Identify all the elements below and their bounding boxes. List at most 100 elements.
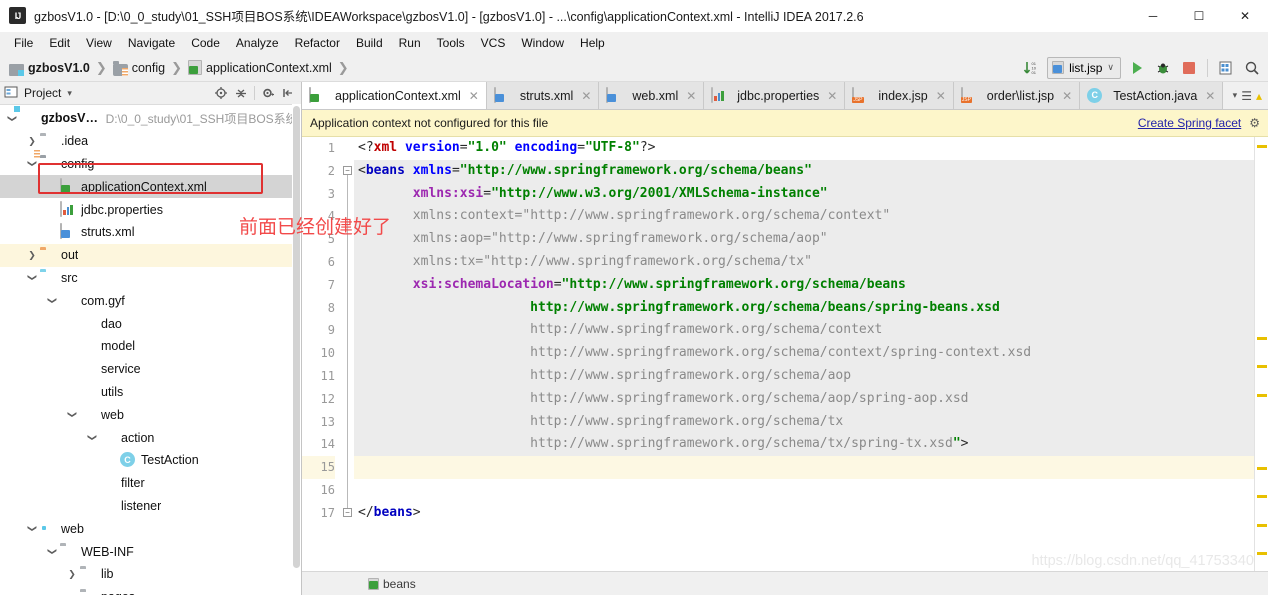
tree-item-pages[interactable]: ❯pages <box>0 586 301 595</box>
fold-gutter[interactable]: − − <box>342 137 354 571</box>
code-line[interactable]: http://www.springframework.org/schema/co… <box>354 319 1254 343</box>
editor-tab-applicationcontext-xml[interactable]: applicationContext.xml ✕ <box>302 82 487 109</box>
code-line[interactable]: xsi:schemaLocation="http://www.springfra… <box>354 273 1254 297</box>
menu-view[interactable]: View <box>78 34 120 52</box>
tree-item-utils[interactable]: utils <box>0 381 301 404</box>
tree-item-applicationcontext-xml[interactable]: applicationContext.xml <box>0 175 301 199</box>
tree-item-out[interactable]: ❯ out <box>0 243 301 267</box>
close-icon[interactable]: ✕ <box>1205 89 1215 103</box>
close-icon[interactable]: ✕ <box>581 89 591 103</box>
search-icon[interactable] <box>1242 58 1262 78</box>
tree-item-service[interactable]: service <box>0 358 301 381</box>
gear-icon[interactable]: ⚙ <box>1249 116 1260 130</box>
tree-item-listener[interactable]: listener <box>0 495 301 518</box>
chevron-right-icon[interactable]: ❯ <box>64 569 80 580</box>
maximize-icon[interactable]: ☐ <box>1176 0 1222 31</box>
tree-item-idea[interactable]: ❯ .idea <box>0 130 301 153</box>
tree-item-src[interactable]: ❯ src <box>0 267 301 290</box>
warning-marker[interactable] <box>1257 552 1267 555</box>
tree-item-filter[interactable]: filter <box>0 472 301 495</box>
run-configuration-selector[interactable]: list.jsp ∨ <box>1047 56 1121 79</box>
menu-file[interactable]: File <box>6 34 41 52</box>
chevron-down-icon[interactable]: ❯ <box>67 407 78 423</box>
code-line[interactable]: xmlns:xsi="http://www.w3.org/2001/XMLSch… <box>354 182 1254 206</box>
code-line[interactable]: http://www.springframework.org/schema/co… <box>354 342 1254 365</box>
sidebar-scrollbar[interactable] <box>292 104 301 595</box>
tree-item-gzbosv1-0[interactable]: ❯ gzbosV1.0 D:\0_0_study\01_SSH项目BOS系统\ <box>0 107 302 130</box>
sidebar-scroll-thumb[interactable] <box>293 106 300 568</box>
chevron-right-icon[interactable]: ❯ <box>24 136 40 147</box>
code-content[interactable]: <?xml version="1.0" encoding="UTF-8"?> <b… <box>354 137 1254 571</box>
run-button[interactable] <box>1127 58 1147 78</box>
menu-code[interactable]: Code <box>183 34 228 52</box>
warning-marker[interactable] <box>1257 337 1267 340</box>
editor-tab-order-list-jsp[interactable]: order\list.jsp ✕ <box>953 82 1081 109</box>
code-line[interactable]: http://www.springframework.org/schema/be… <box>354 296 1254 320</box>
chevron-down-icon[interactable]: ▾ <box>1233 90 1238 101</box>
warning-marker[interactable] <box>1257 467 1267 470</box>
chevron-right-icon[interactable]: ❯ <box>24 250 40 261</box>
chevron-down-icon[interactable]: ❯ <box>67 589 78 595</box>
editor-tab-testaction-java[interactable]: C TestAction.java ✕ <box>1080 82 1224 109</box>
warning-marker[interactable] <box>1257 495 1267 498</box>
menu-edit[interactable]: Edit <box>41 34 78 52</box>
menu-navigate[interactable]: Navigate <box>120 34 183 52</box>
chevron-down-icon[interactable]: ❯ <box>7 110 18 126</box>
menu-tools[interactable]: Tools <box>429 34 473 52</box>
code-line[interactable]: http://www.springframework.org/schema/tx… <box>354 433 1254 457</box>
tree-item-web[interactable]: ❯ web <box>0 403 301 426</box>
editor-tab-index-jsp[interactable]: index.jsp ✕ <box>845 82 954 109</box>
code-line[interactable]: xmlns:aop="http://www.springframework.or… <box>354 228 1254 251</box>
tree-item-lib[interactable]: ❯ lib <box>0 563 301 586</box>
tree-item-config[interactable]: ❯ config <box>0 153 301 176</box>
warning-marker[interactable] <box>1257 524 1267 527</box>
collapse-all-icon[interactable] <box>232 84 250 102</box>
fold-toggle-icon[interactable]: − <box>343 165 352 175</box>
hide-panel-icon[interactable] <box>279 84 297 102</box>
warning-marker[interactable] <box>1257 365 1267 368</box>
warning-marker[interactable] <box>1257 394 1267 397</box>
stop-button[interactable] <box>1179 58 1199 78</box>
code-line[interactable]: http://www.springframework.org/schema/ao… <box>354 364 1254 388</box>
tree-item-web[interactable]: ❯ web <box>0 517 301 540</box>
close-icon[interactable]: ✕ <box>469 89 479 103</box>
editor-tab-web-xml[interactable]: web.xml ✕ <box>599 82 705 109</box>
tree-item-testaction[interactable]: C TestAction <box>0 449 301 472</box>
chevron-down-icon[interactable]: ❯ <box>87 430 98 446</box>
chevron-down-icon[interactable]: ❯ <box>27 270 38 286</box>
code-line[interactable]: xmlns:tx="http://www.springframework.org… <box>354 250 1254 274</box>
minimize-icon[interactable]: ─ <box>1130 0 1176 31</box>
chevron-down-icon[interactable]: ❯ <box>27 521 38 537</box>
code-line[interactable] <box>354 456 1254 479</box>
close-icon[interactable]: ✕ <box>1222 0 1268 31</box>
chevron-down-icon[interactable]: ❯ <box>47 544 58 560</box>
sort-numeric-icon[interactable]: 01 10 01 <box>1021 58 1041 78</box>
breadcrumb-file[interactable]: applicationContext.xml <box>185 59 335 76</box>
close-icon[interactable]: ✕ <box>936 89 946 103</box>
editor-tabs[interactable]: applicationContext.xml ✕ struts.xml ✕ web.xm… <box>302 82 1268 110</box>
debug-button[interactable] <box>1153 58 1173 78</box>
tree-item-action[interactable]: ❯ action <box>0 426 301 449</box>
breadcrumb-project[interactable]: gzbosV1.0 <box>6 60 93 76</box>
code-line[interactable]: xmlns:context="http://www.springframewor… <box>354 205 1254 229</box>
menu-analyze[interactable]: Analyze <box>228 34 287 52</box>
code-line[interactable]: </beans> <box>354 502 1254 525</box>
tree-item-model[interactable]: model <box>0 335 301 358</box>
tree-item-web-inf[interactable]: ❯ WEB-INF <box>0 540 301 563</box>
menu-vcs[interactable]: VCS <box>473 34 514 52</box>
code-line[interactable]: <beans xmlns="http://www.springframework… <box>354 159 1254 183</box>
close-icon[interactable]: ✕ <box>686 89 696 103</box>
code-line[interactable]: <?xml version="1.0" encoding="UTF-8"?> <box>354 137 1254 160</box>
menu-run[interactable]: Run <box>391 34 429 52</box>
menu-refactor[interactable]: Refactor <box>287 34 348 52</box>
chevron-down-icon[interactable]: ❯ <box>47 293 58 309</box>
chevron-down-icon[interactable]: ▾ <box>67 88 72 99</box>
create-spring-facet-link[interactable]: Create Spring facet <box>1138 116 1241 130</box>
editor-bottom-breadcrumb[interactable]: beans <box>302 571 1268 595</box>
chevron-down-icon[interactable]: ❯ <box>27 156 38 172</box>
menu-help[interactable]: Help <box>572 34 613 52</box>
close-icon[interactable]: ✕ <box>1062 89 1072 103</box>
code-line[interactable]: http://www.springframework.org/schema/ao… <box>354 387 1254 411</box>
error-stripe-marker-bar[interactable] <box>1254 137 1268 571</box>
code-line[interactable]: http://www.springframework.org/schema/tx <box>354 410 1254 434</box>
